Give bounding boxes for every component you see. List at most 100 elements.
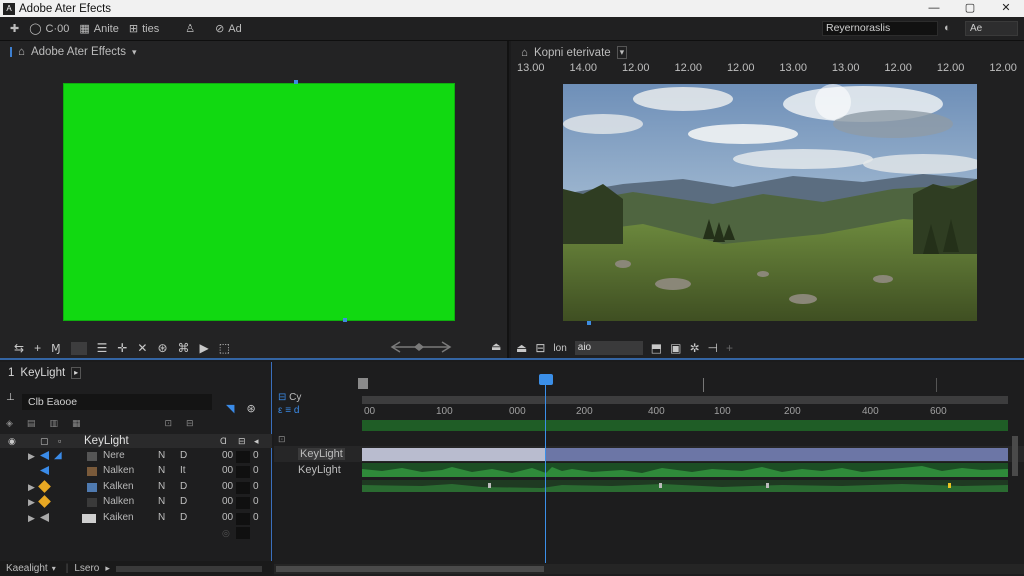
expand-icon[interactable]: ▶ (28, 451, 35, 462)
menu-item-1[interactable]: ◯ C·00 (29, 22, 69, 36)
playhead-line[interactable] (545, 375, 546, 563)
layer-name[interactable]: Kaiken (103, 512, 134, 523)
playhead-handle[interactable] (539, 374, 553, 385)
tab-menu-icon[interactable]: ▸ (71, 367, 82, 379)
expand-icon[interactable]: ▶ (28, 513, 35, 524)
workspace-button[interactable]: Ae (965, 21, 1018, 36)
layer-parent[interactable]: 00 (222, 512, 233, 523)
layer-name[interactable]: Nalken (103, 465, 134, 476)
layer-mode[interactable]: N (158, 465, 165, 476)
workspace-search-input[interactable]: Reyernoraslis (822, 21, 938, 36)
layer-row[interactable]: ▶ Nalken N D 00 0 (0, 495, 272, 510)
layer-row[interactable]: ▶ Kalken N D 00 0 (0, 480, 272, 495)
track-mode-icons[interactable]: ε ≡ d (278, 405, 301, 416)
user-icon[interactable]: ♙ (185, 22, 195, 35)
timeline-tab[interactable]: 1 KeyLight ▸ (8, 367, 82, 379)
layer-row[interactable]: Nalken N It 00 0 (0, 464, 272, 479)
menu-item-3[interactable]: ⊞ ties (129, 22, 159, 36)
layer-mode[interactable]: N (158, 512, 165, 523)
add-view-icon[interactable]: + (726, 341, 733, 355)
tick-label: 400 (862, 406, 879, 417)
3d-view-icon[interactable]: ⊣ (708, 341, 718, 355)
transparency-icon[interactable]: ✲ (689, 341, 699, 355)
layer-search-input[interactable]: Clb Eaooe (22, 394, 212, 410)
snapshot-icon[interactable]: ⏏ (516, 341, 527, 355)
anchor-point-bottom[interactable] (343, 318, 347, 322)
composition-icon: ⌂ (18, 46, 25, 58)
anchor-point-right[interactable] (587, 321, 591, 325)
layer-parent-box[interactable] (236, 497, 250, 509)
camera-icon[interactable]: ⊛ (157, 341, 167, 355)
current-time-icon[interactable]: ⊥ (6, 392, 15, 403)
prev-next-arrows-icon[interactable] (388, 340, 458, 354)
play-icon[interactable]: ▶ (200, 341, 209, 355)
layer-trkmat[interactable]: D (180, 481, 187, 492)
layer-color-icon (38, 480, 51, 493)
region-icon[interactable]: ⬚ (219, 341, 230, 355)
layer-trkmat[interactable]: It (180, 465, 186, 476)
help-icon[interactable]: ◐ (944, 22, 958, 36)
layer-parent[interactable]: 00 (222, 450, 233, 461)
track-toggle-icon[interactable]: ⊟ Cy (278, 392, 301, 403)
timeline-horizontal-scrollbar[interactable] (274, 564, 1024, 574)
layer-mode[interactable]: N (158, 450, 165, 461)
panel-menu-icon[interactable]: ▾ (132, 47, 137, 58)
snap-icon[interactable]: ⇆ (14, 341, 24, 355)
roi-icon[interactable]: ▣ (670, 341, 681, 355)
status-dropdown-icon[interactable]: ▾ (52, 564, 56, 573)
timeline-vertical-scrollbar[interactable] (1012, 436, 1018, 476)
graph-icon[interactable]: ⊛ (246, 402, 255, 416)
layer-name[interactable]: Kalken (103, 481, 134, 492)
channel-icon[interactable]: lon (553, 343, 566, 354)
minimize-button[interactable]: — (916, 0, 952, 17)
close-x-icon[interactable]: ✕ (137, 341, 147, 355)
navigation-arrows[interactable] (388, 340, 458, 354)
layer-parent-box[interactable] (236, 513, 250, 525)
layer-trkmat[interactable]: D (180, 450, 187, 461)
home-icon[interactable]: ✚ (10, 22, 19, 35)
move-icon[interactable]: ✛ (117, 341, 127, 355)
resolution-box[interactable] (70, 341, 87, 355)
shy-icon[interactable]: ◥ (226, 402, 234, 416)
layer-mode[interactable]: N (158, 496, 165, 507)
layer-parent[interactable]: 00 (222, 465, 233, 476)
layer-parent[interactable]: 00 (222, 496, 233, 507)
layer-name[interactable]: Nere (103, 450, 125, 461)
layer-row[interactable]: ▶ ◢ Nere N D 00 0 (0, 449, 272, 464)
close-button[interactable]: ✕ (988, 0, 1024, 17)
layer-trkmat[interactable]: D (180, 496, 187, 507)
layer-parent-box[interactable] (236, 482, 250, 494)
work-area-bar[interactable] (362, 396, 1008, 404)
pin-icon[interactable]: ⏏ (491, 340, 501, 353)
expand-icon[interactable]: ▶ (28, 482, 35, 493)
layer-eye-icon[interactable]: ◢ (54, 450, 62, 461)
timeline-scroll-thumb[interactable] (276, 566, 544, 572)
mask-view-icon[interactable]: ⊟ (535, 341, 545, 355)
expand-icon[interactable]: ▶ (28, 497, 35, 508)
resolution-icon[interactable]: ⬒ (651, 341, 662, 355)
magnification-field[interactable]: aio (574, 341, 643, 355)
menu-item-2[interactable]: ▦ Anite (79, 22, 118, 36)
layer-name[interactable]: Nalken (103, 496, 134, 507)
layer-parent[interactable]: 00 (222, 481, 233, 492)
green-screen-footage[interactable] (63, 83, 455, 321)
landscape-preview-image[interactable] (563, 84, 977, 321)
status-scrollbar[interactable] (115, 565, 262, 572)
add-icon[interactable]: + (34, 341, 41, 355)
status-arrow-icon[interactable]: ▸ (105, 563, 110, 574)
layer-bar[interactable] (546, 448, 1008, 461)
link-layer-icon[interactable]: ⌘ (178, 341, 190, 355)
mask-icon[interactable]: Ɱ (51, 342, 61, 355)
layer-mode[interactable]: N (158, 481, 165, 492)
layer-bar-selected[interactable] (362, 448, 546, 461)
layer-parent-box[interactable] (236, 451, 250, 463)
layer-row[interactable]: ▶ Kaiken N D 00 0 (0, 511, 272, 526)
panel-menu-icon-right[interactable]: ▾ (616, 46, 628, 59)
layer-trkmat[interactable]: D (180, 512, 187, 523)
anchor-point-top[interactable] (294, 80, 298, 84)
maximize-button[interactable]: ▢ (952, 0, 988, 17)
layer-parent-box[interactable] (236, 466, 250, 478)
menu-item-4[interactable]: ⊘ Ad (215, 22, 242, 36)
list-icon[interactable]: ☰ (97, 341, 108, 355)
work-area-start-handle[interactable] (358, 378, 368, 389)
